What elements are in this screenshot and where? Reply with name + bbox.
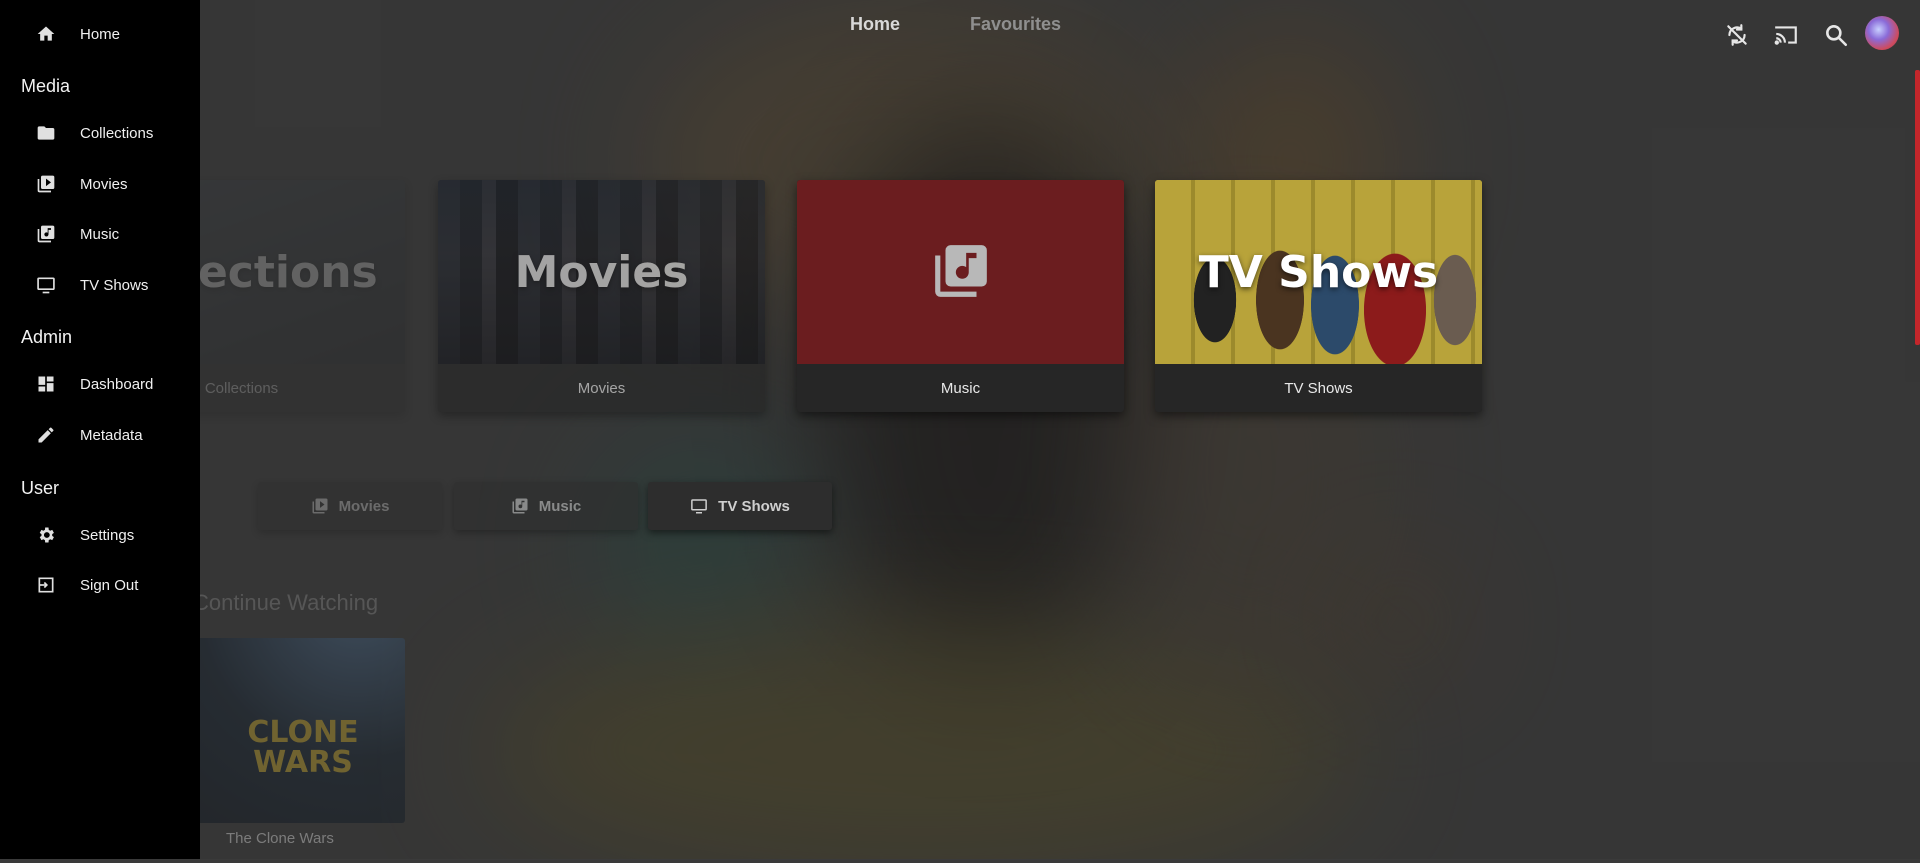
sidebar-item-metadata[interactable]: Metadata <box>0 418 200 452</box>
sidebar-item-label: Music <box>80 225 120 243</box>
tv-icon <box>37 277 55 294</box>
music-icon <box>37 225 55 243</box>
library-card-tv-shows[interactable]: TV Shows TV Shows <box>1155 180 1482 412</box>
library-card-overlay-title: Movies <box>514 246 689 298</box>
music-library-icon <box>935 245 987 297</box>
quick-button-label: Movies <box>338 497 390 515</box>
library-card-movies[interactable]: Movies Movies <box>438 180 765 412</box>
movies-icon <box>37 175 55 193</box>
section-title-continue-watching: Continue Watching <box>193 590 379 615</box>
quick-button-label: Music <box>538 497 582 515</box>
sidebar-item-label: Dashboard <box>80 375 154 393</box>
folder-icon <box>37 126 55 140</box>
sidebar-item-label: Collections <box>80 124 154 142</box>
sidebar-item-label: Home <box>80 25 121 43</box>
home-icon <box>37 26 55 41</box>
library-card-label: Movies <box>438 364 765 412</box>
quick-button-music[interactable]: Music <box>454 482 638 530</box>
sign-out-icon <box>38 577 54 593</box>
quick-button-tv-shows[interactable]: TV Shows <box>648 482 832 530</box>
dashboard-icon <box>38 376 54 392</box>
cast-icon[interactable] <box>1773 22 1799 48</box>
library-card-image <box>797 180 1124 364</box>
sidebar-item-label: Sign Out <box>80 576 139 594</box>
sidebar-item-label: Settings <box>80 526 135 544</box>
sidebar-item-label: Movies <box>80 175 128 193</box>
library-card-overlay-title: TV Shows <box>1198 246 1439 298</box>
edit-icon <box>38 427 54 443</box>
sidebar-header-user: User <box>21 478 60 498</box>
sidebar-item-tv-shows[interactable]: TV Shows <box>0 268 200 302</box>
quick-button-movies[interactable]: Movies <box>258 482 442 530</box>
show-logo: CLONE WARS <box>247 715 359 780</box>
sidebar-header-admin: Admin <box>21 327 73 347</box>
sidebar-header-media: Media <box>21 76 71 96</box>
gear-icon <box>39 527 54 543</box>
library-card-music[interactable]: Music <box>797 180 1124 412</box>
sidebar-item-dashboard[interactable]: Dashboard <box>0 367 200 401</box>
sidebar: Home Media Collections Movies Music TV S… <box>0 0 200 859</box>
sidebar-item-sign-out[interactable]: Sign Out <box>0 568 200 602</box>
sidebar-item-label: Metadata <box>80 426 143 444</box>
tv-icon <box>691 499 708 514</box>
sidebar-item-settings[interactable]: Settings <box>0 518 200 552</box>
sidebar-item-movies[interactable]: Movies <box>0 167 200 201</box>
movies-icon <box>312 498 328 514</box>
scrollbar[interactable] <box>1915 70 1920 345</box>
music-icon <box>512 498 528 514</box>
sidebar-item-label: TV Shows <box>80 276 149 294</box>
search-icon[interactable] <box>1823 22 1849 48</box>
header-actions <box>0 16 1920 52</box>
library-card-label: TV Shows <box>1155 364 1482 412</box>
library-card-label: Music <box>797 364 1124 412</box>
avatar[interactable] <box>1865 16 1899 50</box>
sidebar-item-home[interactable]: Home <box>0 17 200 51</box>
sync-disabled-icon[interactable] <box>1724 22 1750 48</box>
continue-watching-label: The Clone Wars <box>226 830 334 847</box>
quick-button-label: TV Shows <box>718 497 790 515</box>
sidebar-item-music[interactable]: Music <box>0 217 200 251</box>
sidebar-item-collections[interactable]: Collections <box>0 116 200 150</box>
